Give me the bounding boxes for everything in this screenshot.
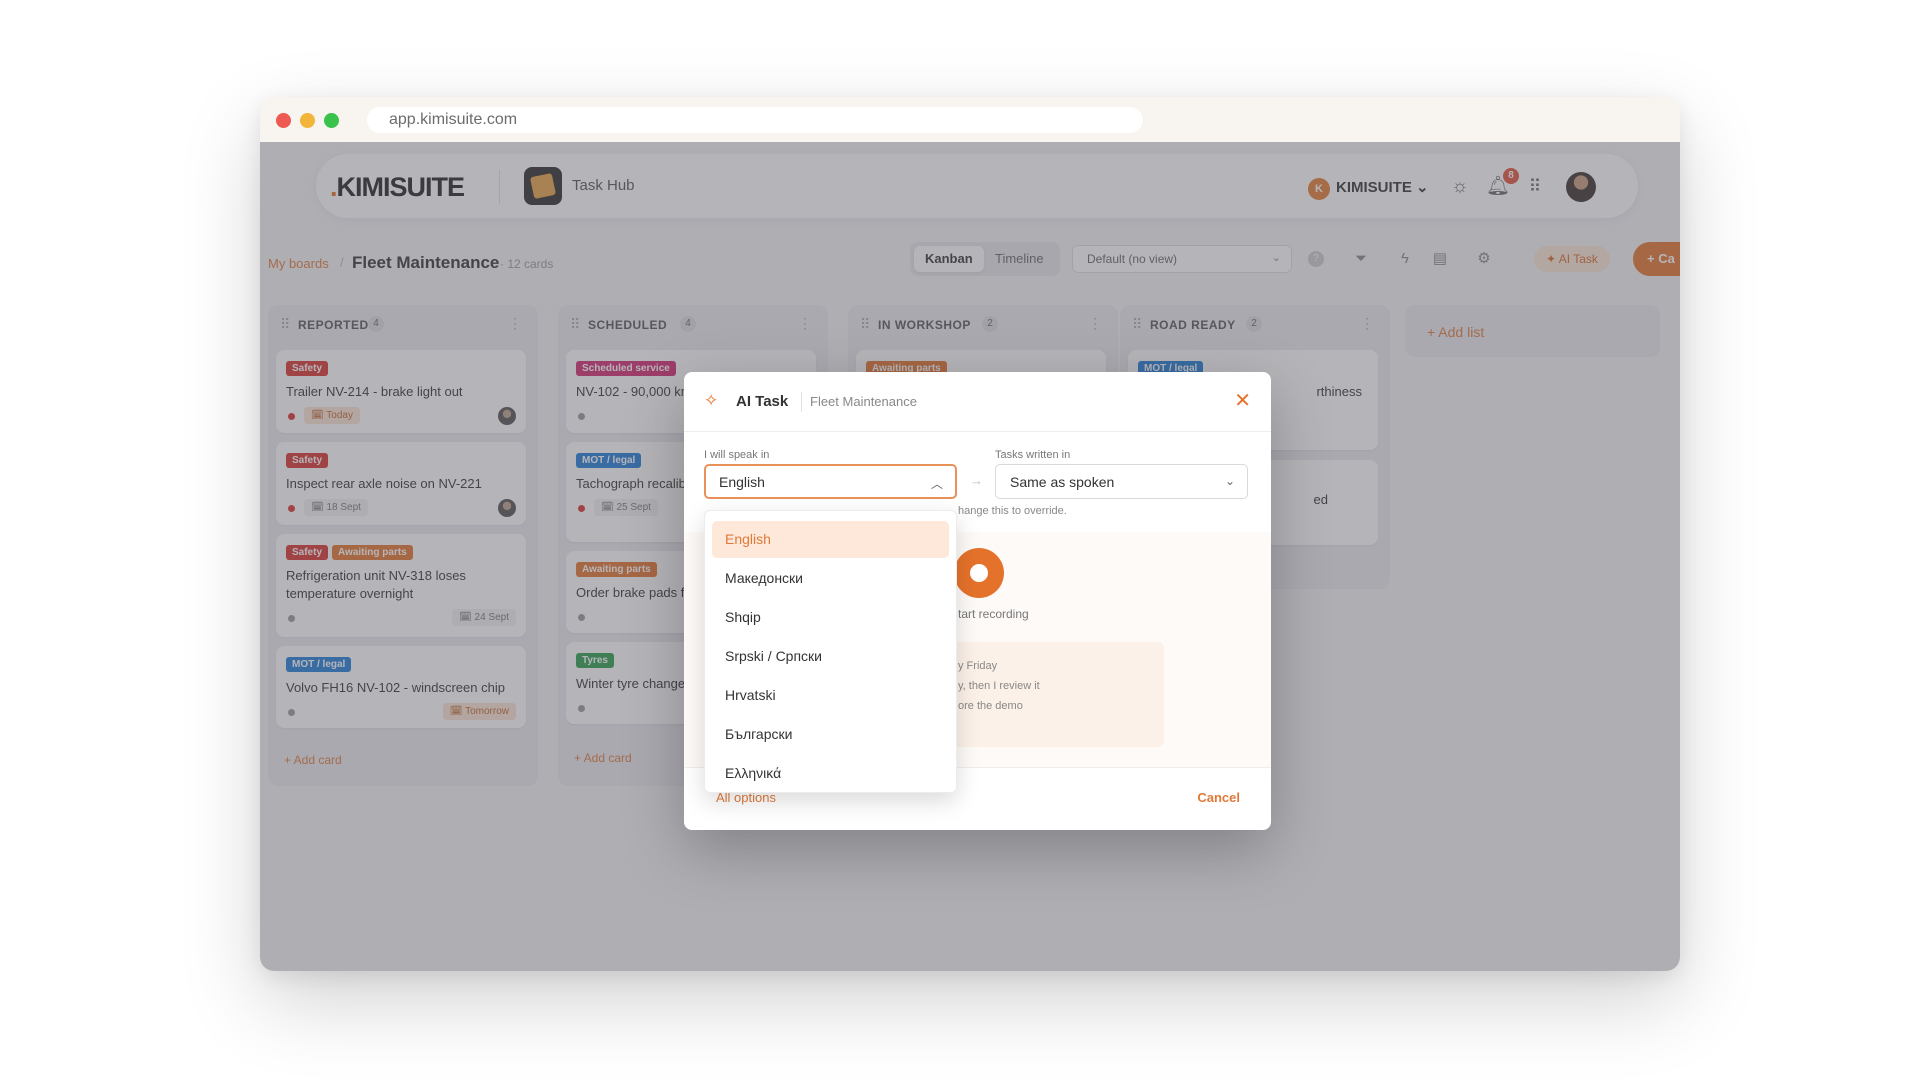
record-label: tart recording (958, 607, 1029, 621)
divider (801, 392, 802, 412)
maximize-window-button[interactable] (324, 113, 339, 128)
chevron-down-icon: ⌄ (1224, 474, 1235, 488)
language-option-macedonian[interactable]: Македонски (712, 560, 949, 597)
close-icon[interactable]: ✕ (1234, 388, 1251, 413)
override-hint: hange this to override. (958, 505, 1067, 517)
language-option-english[interactable]: English (712, 521, 949, 558)
app-content: .KIMISUITE Task Hub K KIMISUITE ⌄ ☼ 🔔︎ 8… (260, 142, 1680, 971)
address-bar[interactable]: app.kimisuite.com (367, 107, 1143, 133)
language-option-greek[interactable]: Ελληνικά (712, 755, 949, 792)
example-line: ore the demo (958, 700, 1023, 712)
example-line: y, then I review it (958, 680, 1040, 692)
chevron-up-icon: ︿ (930, 477, 943, 491)
record-button[interactable] (954, 548, 1004, 598)
language-option-albanian[interactable]: Shqip (712, 599, 949, 636)
minimize-window-button[interactable] (300, 113, 315, 128)
dialog-board-name: Fleet Maintenance (810, 394, 917, 409)
browser-chrome: app.kimisuite.com (260, 97, 1680, 142)
language-option-croatian[interactable]: Hrvatski (712, 677, 949, 714)
speak-language-select[interactable]: English ︿ (704, 464, 957, 499)
speak-language-label: I will speak in (704, 449, 770, 461)
language-option-serbian[interactable]: Srpski / Српски (712, 638, 949, 675)
arrow-right-icon: → (970, 473, 983, 488)
written-language-select[interactable]: Same as spoken ⌄ (995, 464, 1248, 499)
language-option-bulgarian[interactable]: Български (712, 716, 949, 753)
browser-window: app.kimisuite.com .KIMISUITE Task Hub K … (260, 97, 1680, 971)
sparkle-icon: ✧ (704, 391, 719, 410)
divider (684, 431, 1271, 432)
record-icon (970, 564, 988, 582)
example-line: y Friday (958, 660, 998, 672)
language-dropdown: English Македонски Shqip Srpski / Српски… (704, 510, 957, 793)
close-window-button[interactable] (276, 113, 291, 128)
cancel-button[interactable]: Cancel (1197, 790, 1240, 805)
written-language-label: Tasks written in (995, 449, 1071, 461)
example-prompts: y Friday y, then I review it ore the dem… (924, 642, 1164, 747)
dialog-title: AI Task (736, 393, 789, 410)
